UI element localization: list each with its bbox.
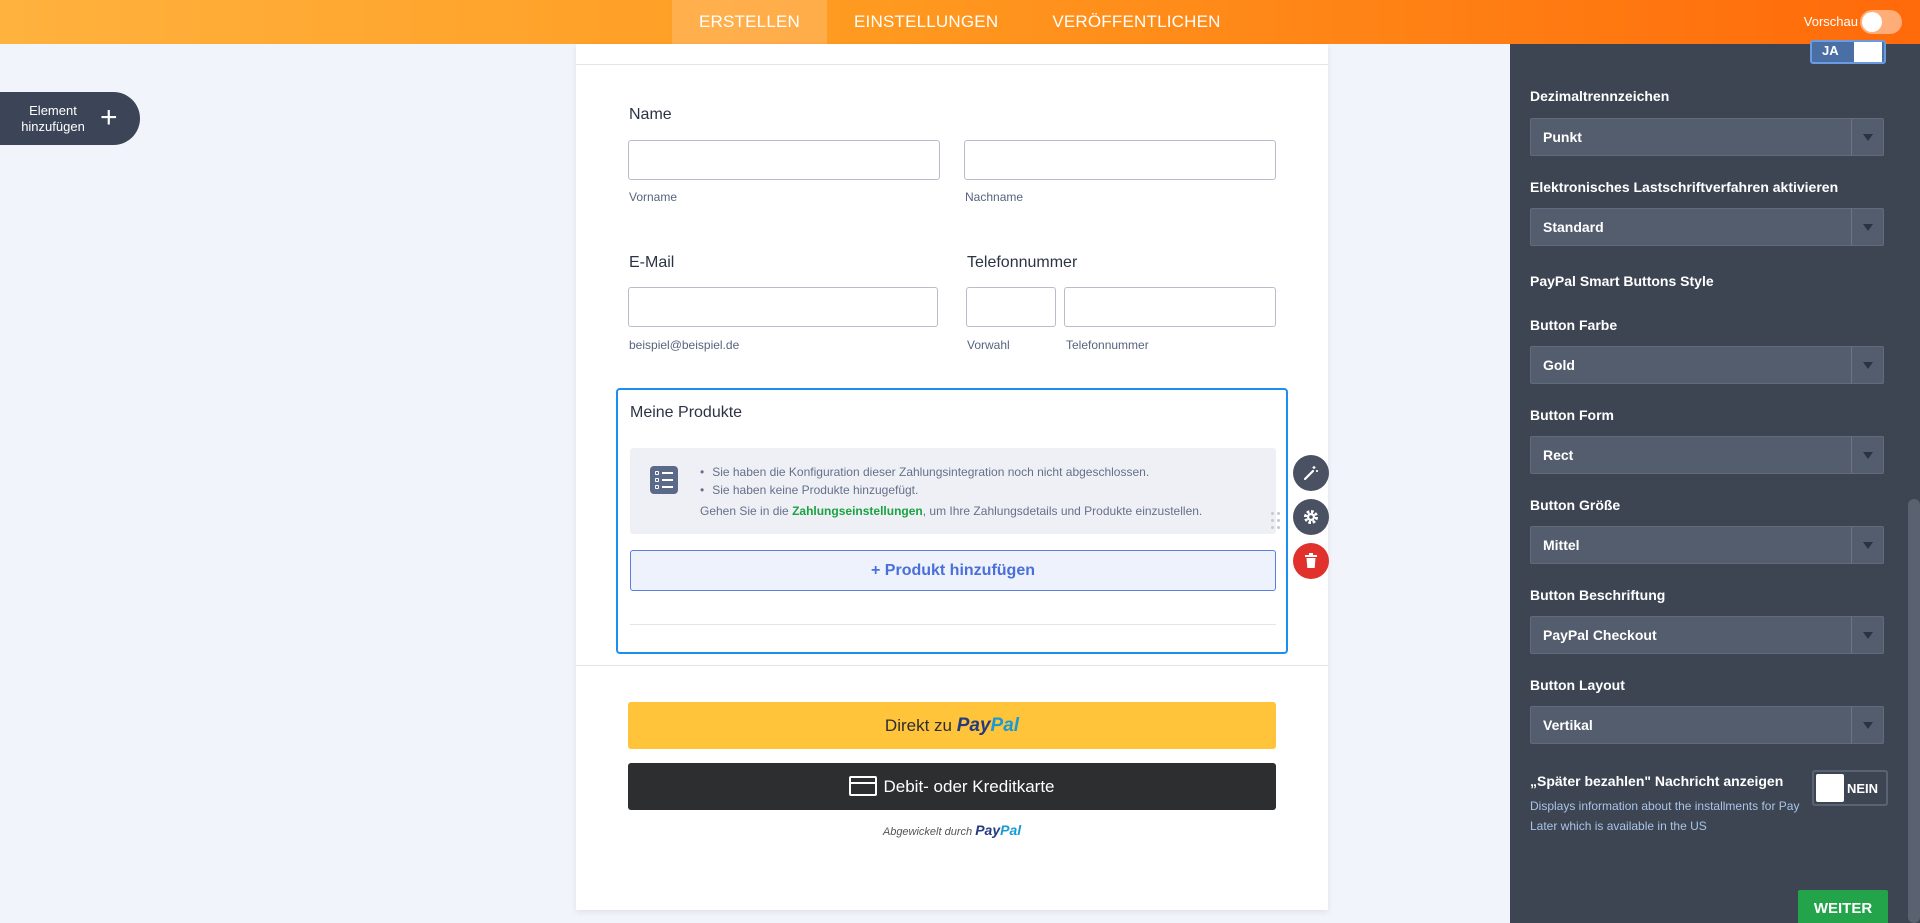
properties-panel: JA Dezimaltrennzeichen Punkt Elektronisc…: [1510, 40, 1920, 923]
select-value: Gold: [1543, 357, 1575, 373]
sepa-select[interactable]: Standard: [1530, 208, 1884, 246]
size-select[interactable]: Mittel: [1530, 526, 1884, 564]
drag-handle-icon[interactable]: [1271, 512, 1283, 532]
email-sublabel: beispiel@beispiel.de: [629, 338, 740, 352]
size-label: Button Größe: [1530, 497, 1621, 513]
decimal-label: Dezimaltrennzeichen: [1530, 88, 1670, 104]
notice-item: Sie haben keine Produkte hinzugefügt.: [700, 481, 1149, 499]
layout-label: Button Layout: [1530, 677, 1625, 693]
config-notice: Sie haben die Konfiguration dieser Zahlu…: [630, 448, 1276, 534]
notice-list: Sie haben die Konfiguration dieser Zahlu…: [700, 463, 1149, 499]
toggle-knob: [1854, 42, 1882, 62]
chevron-down-icon: [1851, 209, 1883, 245]
hint-text: , um Ihre Zahlungsdetails und Produkte e…: [922, 504, 1203, 518]
preview-toggle[interactable]: [1860, 10, 1902, 34]
payment-settings-link[interactable]: Zahlungseinstellungen: [792, 504, 923, 518]
area-code-sublabel: Vorwahl: [967, 338, 1010, 352]
shape-label: Button Form: [1530, 407, 1614, 423]
select-value: Mittel: [1543, 537, 1580, 553]
products-title: Meine Produkte: [630, 404, 743, 421]
caption-select[interactable]: PayPal Checkout: [1530, 616, 1884, 654]
shape-select[interactable]: Rect: [1530, 436, 1884, 474]
next-button[interactable]: WEITER: [1798, 890, 1888, 923]
paypal-logo: PayPal: [975, 822, 1022, 838]
trash-icon[interactable]: [1293, 543, 1329, 579]
add-product-button[interactable]: + Produkt hinzufügen: [630, 550, 1276, 591]
decimal-select[interactable]: Punkt: [1530, 118, 1884, 156]
style-heading: PayPal Smart Buttons Style: [1530, 273, 1714, 289]
toggle-knob: [1862, 12, 1882, 32]
first-name-sublabel: Vorname: [629, 190, 678, 204]
layout-select[interactable]: Vertikal: [1530, 706, 1884, 744]
sepa-label: Elektronisches Lastschriftverfahren akti…: [1530, 179, 1839, 195]
products-field[interactable]: Meine Produkte Sie haben die Konfigurati…: [616, 388, 1288, 654]
area-code-input[interactable]: [966, 287, 1056, 327]
powered-text: Abgewickelt durch: [882, 826, 973, 838]
paylater-label: „Später bezahlen" Nachricht anzeigen: [1530, 773, 1784, 789]
card-payment-button[interactable]: Debit- oder Kreditkarte: [628, 763, 1276, 810]
paypal-button-text: Direkt zu: [884, 716, 952, 735]
caption-label: Button Beschriftung: [1530, 587, 1666, 603]
divider: [630, 624, 1276, 625]
color-label: Button Farbe: [1530, 317, 1618, 333]
add-element-label: Element hinzufügen: [21, 103, 85, 134]
powered-by-paypal: Abgewickelt durch PayPal: [628, 822, 1276, 838]
tab-einstellungen[interactable]: EINSTELLUNGEN: [827, 0, 1025, 44]
select-value: Vertikal: [1543, 717, 1593, 733]
chevron-down-icon: [1851, 347, 1883, 383]
chevron-down-icon: [1851, 617, 1883, 653]
ja-toggle[interactable]: JA: [1810, 40, 1886, 64]
credit-card-icon: [849, 776, 878, 796]
phone-input[interactable]: [1064, 287, 1276, 327]
tab-erstellen[interactable]: ERSTELLEN: [672, 0, 828, 44]
toggle-label: JA: [1822, 43, 1839, 58]
paypal-logo: PayPal: [956, 715, 1020, 736]
panel-scrollbar[interactable]: [1908, 499, 1920, 923]
tab-veroeffentlichen[interactable]: VERÖFFENTLICHEN: [1025, 0, 1247, 44]
preview-label: Vorschau: [1803, 14, 1858, 29]
chevron-down-icon: [1851, 527, 1883, 563]
notice-hint: Gehen Sie in die Zahlungseinstellungen, …: [700, 504, 1202, 518]
form-canvas: Name Vorname Nachname E-Mail beispiel@be…: [576, 44, 1328, 910]
notice-item: Sie haben die Konfiguration dieser Zahlu…: [700, 463, 1149, 481]
chevron-down-icon: [1851, 119, 1883, 155]
gear-icon[interactable]: [1293, 499, 1329, 535]
email-label: E-Mail: [629, 254, 675, 271]
divider: [576, 665, 1328, 666]
toggle-knob: [1816, 774, 1844, 802]
phone-sublabel: Telefonnummer: [1066, 338, 1149, 352]
phone-label: Telefonnummer: [967, 254, 1078, 271]
toggle-label: NEIN: [1846, 781, 1878, 796]
name-label: Name: [629, 106, 672, 123]
add-element-button[interactable]: Element hinzufügen +: [0, 92, 140, 145]
paypal-button[interactable]: Direkt zu PayPal: [628, 702, 1276, 749]
card-button-text: Debit- oder Kreditkarte: [883, 777, 1055, 796]
chevron-down-icon: [1851, 437, 1883, 473]
color-select[interactable]: Gold: [1530, 346, 1884, 384]
plus-icon: +: [100, 101, 118, 134]
select-value: Rect: [1543, 447, 1574, 463]
hint-text: Gehen Sie in die: [700, 504, 793, 518]
select-value: Standard: [1543, 219, 1604, 235]
top-bar: ERSTELLEN EINSTELLUNGEN VERÖFFENTLICHEN …: [0, 0, 1920, 44]
last-name-sublabel: Nachname: [965, 190, 1024, 204]
select-value: Punkt: [1543, 129, 1582, 145]
checklist-icon: [650, 466, 678, 494]
magic-wand-icon[interactable]: [1293, 455, 1329, 491]
main-tabs: ERSTELLEN EINSTELLUNGEN VERÖFFENTLICHEN: [672, 0, 1248, 44]
first-name-input[interactable]: [628, 140, 940, 180]
chevron-down-icon: [1851, 707, 1883, 743]
paylater-description: Displays information about the installme…: [1530, 799, 1800, 833]
last-name-input[interactable]: [964, 140, 1276, 180]
email-input[interactable]: [628, 287, 938, 327]
select-value: PayPal Checkout: [1543, 627, 1657, 643]
paylater-toggle[interactable]: NEIN: [1812, 770, 1888, 806]
divider: [576, 64, 1328, 65]
